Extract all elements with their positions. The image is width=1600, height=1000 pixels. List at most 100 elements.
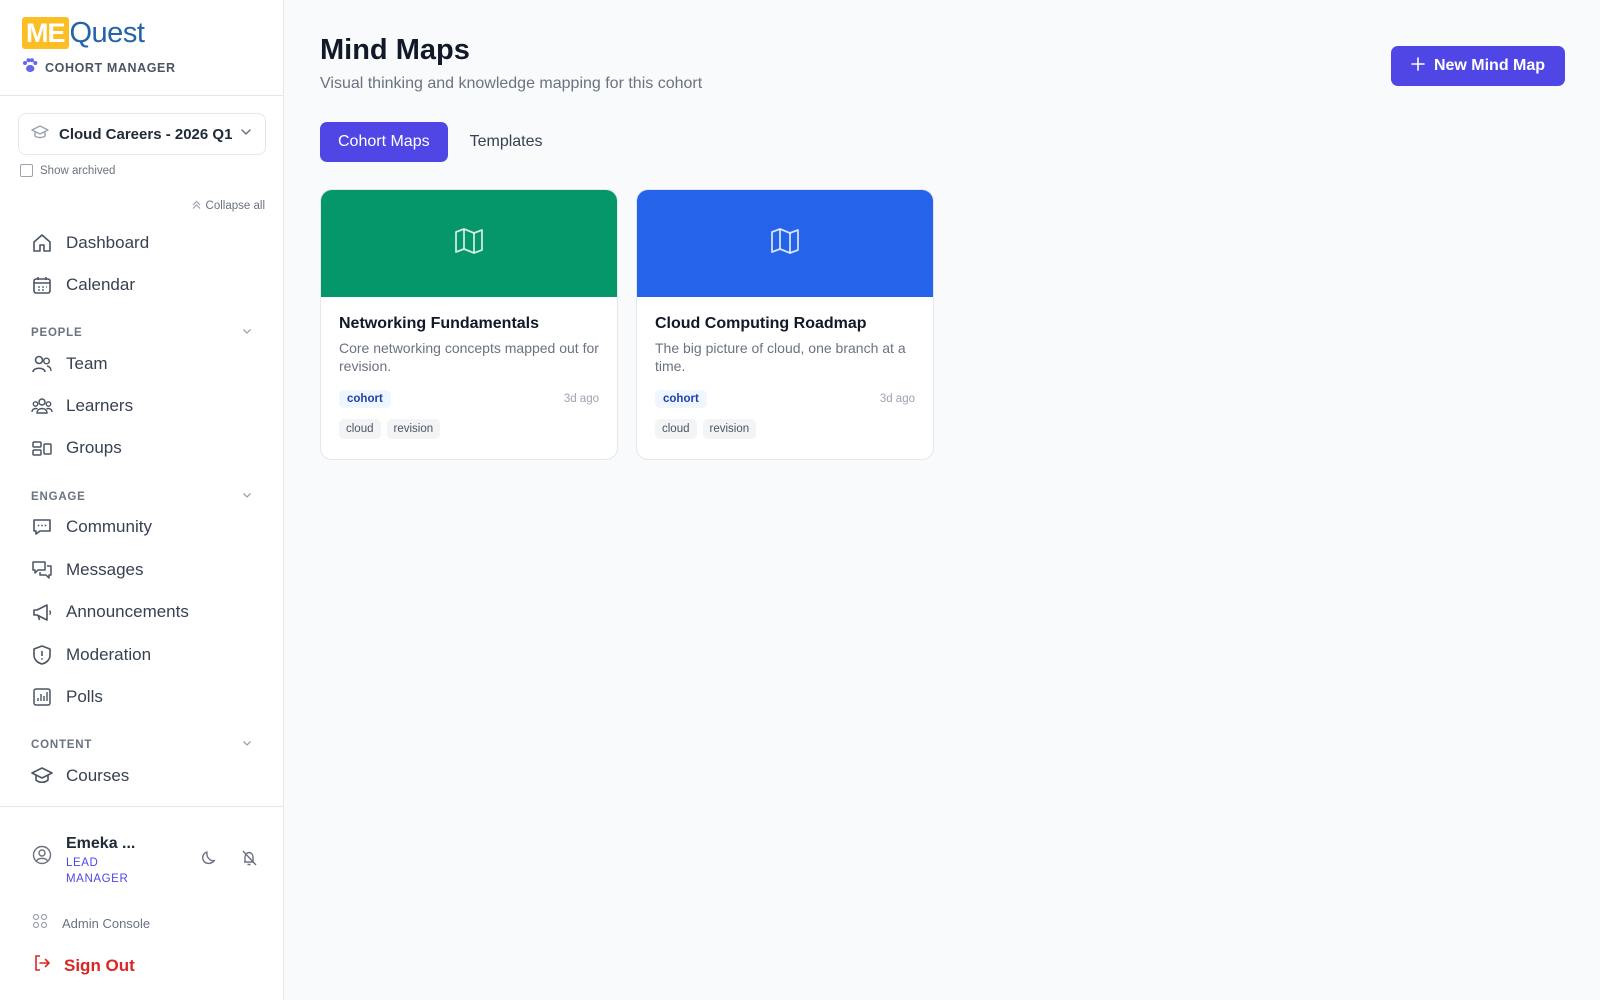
sign-out-icon [32,953,52,978]
nav-label: Learners [66,396,134,415]
tabs: Cohort Maps Templates [320,122,561,162]
logo-me: ME [22,17,69,49]
home-icon [30,231,54,255]
nav-item-learners[interactable]: Learners [30,391,133,421]
nav-label: Courses [66,766,130,785]
card-timestamp: 3d ago [879,393,915,405]
nav-item-messages[interactable]: Messages [30,555,143,585]
new-mind-map-button[interactable]: New Mind Map [1391,46,1565,86]
cohort-badge: cohort [655,390,707,408]
tag: revision [386,419,441,439]
chevrons-up-icon [191,199,202,213]
moon-icon[interactable] [200,849,218,872]
new-mind-map-label: New Mind Map [1433,57,1546,74]
card-tags: cloud revision [339,419,599,439]
card-banner [637,190,933,297]
card-description: The big picture of cloud, one branch at … [655,340,906,374]
cohort-select[interactable]: Cloud Careers - 2026 Q1 [18,113,266,155]
nav-item-calendar[interactable]: Calendar [30,270,135,300]
nav-item-groups[interactable]: Groups [30,433,122,463]
nav-label: Calendar [66,275,135,294]
section-heading: ENGAGE [31,491,86,503]
section-content[interactable]: CONTENT [31,736,253,754]
user-profile[interactable]: Emeka ... LEAD MANAGER [32,835,136,887]
show-archived-label: Show archived [40,164,116,177]
nav-label: Groups [66,438,122,457]
sign-out-button[interactable]: Sign Out [32,953,135,978]
chevron-down-icon [239,125,253,144]
collapse-all-label: Collapse all [205,200,265,212]
nav-item-moderation[interactable]: Moderation [30,640,151,670]
subbrand: COHORT MANAGER [22,58,283,78]
chevron-down-icon [241,324,253,342]
user-role: LEAD MANAGER [66,857,129,885]
graduation-cap-icon [31,124,49,145]
nav-label: Moderation [66,645,152,664]
nav-label: Dashboard [66,233,150,252]
logo-quest: Quest [69,16,145,49]
nav-item-community[interactable]: Community [30,512,152,542]
section-heading: PEOPLE [31,327,83,339]
tag: cloud [655,419,697,439]
map-icon [769,225,801,262]
bell-off-icon[interactable] [240,849,258,872]
groups-icon [30,436,54,460]
nav-item-team[interactable]: Team [30,349,108,379]
calendar-icon [30,273,54,297]
collapse-all-button[interactable]: Collapse all [191,199,265,213]
tab-templates[interactable]: Templates [452,122,561,162]
sidebar-footer: Emeka ... LEAD MANAGER Admin Console Sig… [0,806,284,1000]
user-avatar-icon [32,845,52,870]
page-subtitle: Visual thinking and knowledge mapping fo… [320,75,703,92]
nav-item-courses[interactable]: Courses [30,761,129,791]
nav-item-dashboard[interactable]: Dashboard [30,228,149,258]
show-archived-checkbox[interactable] [20,164,33,177]
tab-cohort-maps[interactable]: Cohort Maps [320,122,448,162]
chevron-down-icon [241,488,253,506]
card-title: Networking Fundamentals [339,315,540,332]
cohort-badge: cohort [339,390,391,408]
grid-icon [32,913,48,934]
learners-icon [30,394,54,418]
nav-label: Community [66,517,152,536]
card-timestamp: 3d ago [563,393,599,405]
section-people[interactable]: PEOPLE [31,324,253,342]
chat-icon [30,515,54,539]
mind-map-card[interactable]: Cloud Computing Roadmap The big picture … [636,189,934,460]
logo[interactable]: ME Quest [22,16,283,50]
admin-console-label: Admin Console [62,916,151,931]
nav-item-announcements[interactable]: Announcements [30,597,189,627]
graduation-cap-icon [30,764,54,788]
users-icon [30,352,54,376]
card-tags: cloud revision [655,419,915,439]
paw-icon [22,58,38,78]
nav-item-polls[interactable]: Polls [30,682,103,712]
admin-console-link[interactable]: Admin Console [32,913,150,934]
tag: revision [702,419,757,439]
cohort-manager-label: COHORT MANAGER [45,61,176,75]
nav-label: Messages [66,560,144,579]
map-icon [453,225,485,262]
section-engage[interactable]: ENGAGE [31,488,253,506]
card-title: Cloud Computing Roadmap [655,315,867,332]
sign-out-label: Sign Out [64,955,135,975]
sidebar: ME Quest COHORT MANAGER Cloud Careers - … [0,0,284,1000]
main-content: Mind Maps Visual thinking and knowledge … [284,0,1600,1000]
card-banner [321,190,617,297]
user-name: Emeka ... [66,835,136,852]
shield-icon [30,643,54,667]
brand: ME Quest COHORT MANAGER [0,0,283,96]
show-archived: Show archived [20,164,115,177]
tag: cloud [339,419,381,439]
mind-map-card[interactable]: Networking Fundamentals Core networking … [320,189,618,460]
plus-icon [1411,56,1425,76]
nav-label: Announcements [66,602,189,621]
page-title: Mind Maps [320,34,470,66]
section-heading: CONTENT [31,739,93,751]
card-description: Core networking concepts mapped out for … [339,340,599,374]
messages-icon [30,558,54,582]
nav-label: Team [66,354,108,373]
bar-chart-icon [30,685,54,709]
megaphone-icon [30,600,54,624]
nav-label: Polls [66,687,103,706]
